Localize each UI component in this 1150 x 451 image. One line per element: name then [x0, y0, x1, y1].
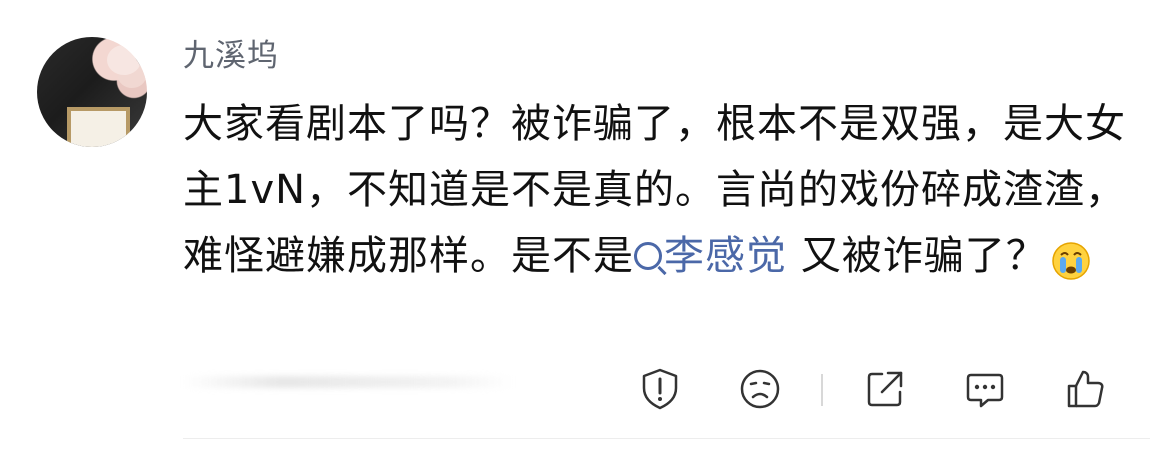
- bottom-divider: [183, 438, 1150, 439]
- comment-text: 大家看剧本了吗？被诈骗了，根本不是双强，是大女主1vN，不知道是不是真的。言尚的…: [183, 91, 1128, 289]
- search-tag-label: 李感觉: [664, 233, 787, 279]
- like-button[interactable]: [1062, 366, 1108, 412]
- search-icon: [634, 242, 662, 270]
- sad-face-icon: [740, 369, 780, 409]
- report-button[interactable]: [637, 366, 683, 412]
- crying-face-icon: [1051, 235, 1091, 280]
- thumbs-up-icon: [1067, 370, 1104, 408]
- username[interactable]: 九溪坞: [183, 34, 279, 78]
- comment-bubble-icon: [966, 373, 1004, 408]
- avatar-frame-decoration: [67, 107, 130, 147]
- search-tag-link[interactable]: 李感觉: [634, 233, 787, 279]
- share-button[interactable]: [862, 366, 908, 412]
- action-divider: [821, 374, 823, 406]
- dislike-button[interactable]: [737, 366, 783, 412]
- avatar[interactable]: [37, 37, 147, 147]
- comment-button[interactable]: [962, 366, 1008, 412]
- comment-text-after-tag: 又被诈骗了？: [787, 233, 1047, 279]
- avatar-flower-decoration: [107, 45, 141, 75]
- comment-action-bar: [0, 366, 1150, 414]
- report-icon: [642, 368, 678, 410]
- share-icon: [867, 371, 903, 407]
